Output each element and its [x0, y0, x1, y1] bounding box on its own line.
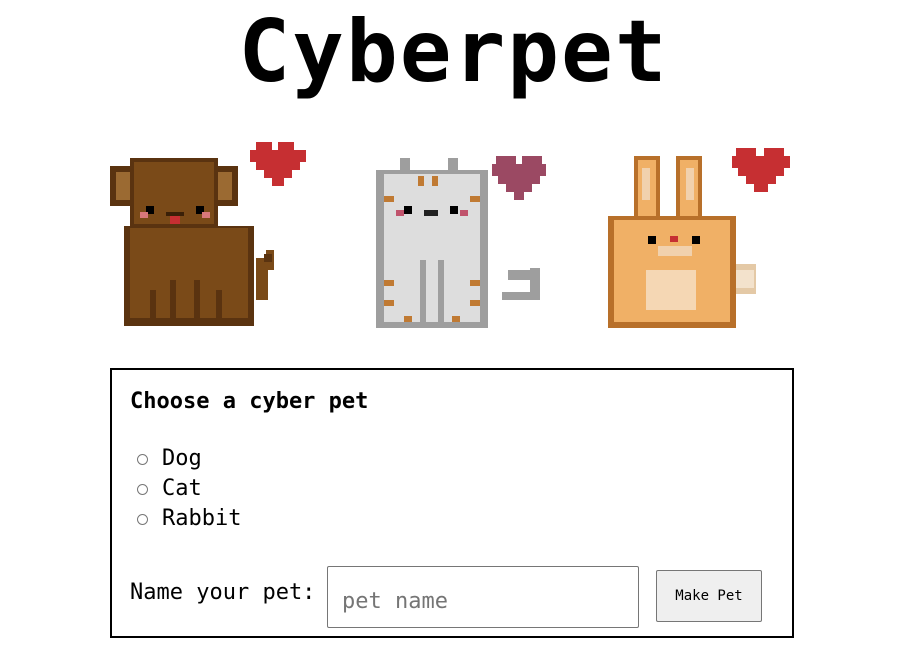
option-cat-label: Cat — [162, 476, 202, 501]
option-rabbit-label: Rabbit — [162, 506, 242, 531]
page-title: Cyberpet — [238, 2, 669, 102]
pet-name-input[interactable] — [327, 566, 639, 628]
rabbit-illustration — [604, 130, 804, 330]
radio-rabbit[interactable] — [137, 513, 148, 525]
pet-form: Choose a cyber pet Dog Cat Rabbit Name y… — [110, 368, 794, 638]
dog-illustration — [106, 130, 306, 330]
pet-gallery — [0, 130, 907, 340]
heart-icon — [250, 142, 306, 186]
option-dog-label: Dog — [162, 446, 202, 471]
pet-type-options: Dog Cat Rabbit — [137, 444, 241, 534]
option-rabbit[interactable]: Rabbit — [137, 504, 241, 534]
form-heading: Choose a cyber pet — [130, 389, 369, 414]
radio-dog[interactable] — [137, 453, 148, 465]
dog-icon — [110, 142, 306, 326]
rabbit-icon — [608, 148, 790, 328]
radio-cat[interactable] — [137, 483, 148, 495]
name-label: Name your pet: — [130, 580, 316, 605]
option-dog[interactable]: Dog — [137, 444, 241, 474]
option-cat[interactable]: Cat — [137, 474, 241, 504]
heart-icon — [732, 148, 790, 192]
make-pet-button[interactable]: Make Pet — [656, 570, 762, 622]
cat-icon — [376, 156, 546, 328]
cat-illustration — [362, 130, 562, 330]
heart-icon — [492, 156, 546, 200]
